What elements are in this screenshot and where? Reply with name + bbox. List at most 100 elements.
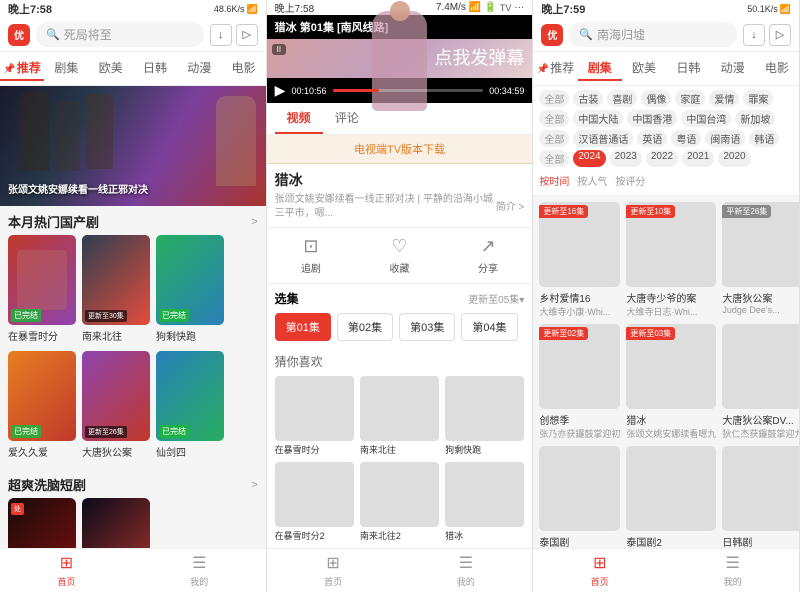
drama-card-5[interactable]: 更新至03集 猎冰 张颂文姚安娜续看嗯九 bbox=[626, 324, 716, 440]
lang-tag-5[interactable]: 韩语 bbox=[749, 130, 779, 147]
ep-btn-1[interactable]: 第01集 bbox=[275, 313, 331, 341]
rec-card-3[interactable]: 狗剩快跑 bbox=[445, 376, 524, 456]
bottom-nav-home-2[interactable]: ⊞ 首页 bbox=[267, 553, 400, 588]
bottom-nav-my-1[interactable]: ☰ 我的 bbox=[133, 553, 266, 588]
movie-card-1[interactable]: 已完结 在暴雪时分 bbox=[8, 235, 76, 343]
region-tag-2[interactable]: 中国香港 bbox=[627, 110, 677, 127]
tab-recommend-3[interactable]: 📌推荐 bbox=[533, 56, 577, 81]
lang-all-tag[interactable]: 全部 bbox=[539, 130, 569, 147]
year-tag-1[interactable]: 2024 bbox=[573, 150, 605, 167]
rec-card-4[interactable]: 在暴雪时分2 bbox=[275, 462, 354, 542]
tab-drama-3[interactable]: 剧集 bbox=[578, 56, 622, 81]
cast-btn-1[interactable]: ▷ bbox=[236, 24, 258, 46]
tab-video[interactable]: 视频 bbox=[275, 103, 323, 134]
cast-btn-3[interactable]: ▷ bbox=[769, 24, 791, 46]
status-bar-3: 晚上7:59 50.1K/s 📶 bbox=[533, 0, 799, 18]
lang-tag-1[interactable]: 汉语普通话 bbox=[573, 130, 633, 147]
movie-card-5[interactable]: 更新至26集 大唐狄公案 bbox=[82, 351, 150, 459]
action-collect[interactable]: ♡ 收藏 bbox=[389, 236, 409, 275]
tab-western-1[interactable]: 欧美 bbox=[89, 56, 133, 81]
tab-japanese-3[interactable]: 日韩 bbox=[666, 56, 710, 81]
tab-western-3[interactable]: 欧美 bbox=[622, 56, 666, 81]
lang-tag-3[interactable]: 粤语 bbox=[671, 130, 701, 147]
movie-card-3[interactable]: 已完结 狗剩快跑 bbox=[156, 235, 224, 343]
sort-popularity[interactable]: 按人气 bbox=[577, 173, 607, 188]
download-btn-3[interactable]: ↓ bbox=[743, 24, 765, 46]
drama-card-9[interactable]: 日韩剧 bbox=[722, 446, 799, 548]
ep-btn-4[interactable]: 第04集 bbox=[461, 313, 517, 341]
show-more-icon[interactable]: 简介 > bbox=[496, 198, 525, 213]
video-content[interactable]: II 点我发弹幕 bbox=[267, 39, 533, 78]
search-box-1[interactable]: 🔍 死局将至 bbox=[36, 22, 204, 47]
search-box-3[interactable]: 🔍 南海归墟 bbox=[569, 22, 737, 47]
region-tag-3[interactable]: 中国台湾 bbox=[681, 110, 731, 127]
action-share[interactable]: ↗ 分享 bbox=[478, 236, 498, 275]
drama-card-2[interactable]: 更新至10集 大唐寺少爷的案 大维寺日志·Whi... bbox=[626, 202, 716, 318]
tab-recommend-1[interactable]: 📌推荐 bbox=[0, 56, 44, 81]
year-all-tag[interactable]: 全部 bbox=[539, 150, 569, 167]
short-card-1[interactable]: 处 bbox=[8, 498, 76, 548]
play-btn[interactable]: ▶ bbox=[275, 82, 286, 99]
sub-section-more-1[interactable]: > bbox=[251, 479, 257, 491]
bottom-nav-home-1[interactable]: ⊞ 首页 bbox=[0, 553, 133, 588]
drama-card-8[interactable]: 泰国剧2 bbox=[626, 446, 716, 548]
short-drama-row: 处 bbox=[0, 498, 266, 548]
action-follow[interactable]: ⊡ 追剧 bbox=[301, 236, 321, 275]
year-tag-5[interactable]: 2020 bbox=[718, 150, 750, 167]
download-btn-1[interactable]: ↓ bbox=[210, 24, 232, 46]
rec-card-2[interactable]: 南来北往 bbox=[360, 376, 439, 456]
genre-tag-2[interactable]: 喜剧 bbox=[607, 90, 637, 107]
genre-all-tag[interactable]: 全部 bbox=[539, 90, 569, 107]
section-more-1[interactable]: > bbox=[251, 216, 257, 228]
drama-card-6[interactable]: 大唐狄公案DV... 狄仁杰获鑼鼓掌迎九 bbox=[722, 324, 799, 440]
drama-card-4[interactable]: 更新至02集 创想季 张乃亦获鑼鼓掌迎初 bbox=[539, 324, 620, 440]
tab-japanese-1[interactable]: 日韩 bbox=[133, 56, 177, 81]
danmaku-btn[interactable]: 点我发弹幕 bbox=[434, 44, 524, 70]
ep-btn-2[interactable]: 第02集 bbox=[337, 313, 393, 341]
rec-card-6[interactable]: 猎冰 bbox=[445, 462, 524, 542]
rec-card-1[interactable]: 在暴雪时分 bbox=[275, 376, 354, 456]
bottom-nav-home-3[interactable]: ⊞ 首页 bbox=[533, 553, 666, 588]
badge-2: 更新至30集 bbox=[85, 310, 127, 322]
drama-thumb-6 bbox=[722, 324, 799, 409]
update-info[interactable]: 更新至05集▾ bbox=[468, 291, 524, 306]
bottom-nav-my-2[interactable]: ☰ 我的 bbox=[400, 553, 533, 588]
drama-card-1[interactable]: 更新至16集 乡村爱情16 大维寺小康·Whi... bbox=[539, 202, 620, 318]
region-tag-1[interactable]: 中国大陆 bbox=[573, 110, 623, 127]
rec-title-2: 南来北往 bbox=[360, 443, 439, 456]
genre-tag-1[interactable]: 古装 bbox=[573, 90, 603, 107]
lang-tag-4[interactable]: 闽南语 bbox=[705, 130, 745, 147]
genre-tag-5[interactable]: 爱情 bbox=[709, 90, 739, 107]
drama-sub-1: 大维寺小康·Whi... bbox=[539, 305, 620, 318]
progress-bar[interactable] bbox=[333, 89, 484, 92]
movie-card-2[interactable]: 更新至30集 南来北往 bbox=[82, 235, 150, 343]
bottom-nav-my-3[interactable]: ☰ 我的 bbox=[666, 553, 799, 588]
hero-banner-1[interactable]: 张颂文姚安娜续看一线正邪对决 bbox=[0, 86, 266, 206]
movie-card-6[interactable]: 已完结 仙剑四 bbox=[156, 351, 224, 459]
genre-tag-3[interactable]: 偶像 bbox=[641, 90, 671, 107]
genre-tag-6[interactable]: 罪案 bbox=[743, 90, 773, 107]
year-tag-4[interactable]: 2021 bbox=[682, 150, 714, 167]
tab-comment[interactable]: 评论 bbox=[323, 103, 371, 134]
region-tag-4[interactable]: 新加坡 bbox=[735, 110, 775, 127]
tv-download-banner[interactable]: 电视端TV版本下载 bbox=[267, 135, 533, 164]
ep-btn-3[interactable]: 第03集 bbox=[399, 313, 455, 341]
tab-movie-1[interactable]: 电影 bbox=[221, 56, 265, 81]
drama-card-7[interactable]: 泰国剧 bbox=[539, 446, 620, 548]
lang-tag-2[interactable]: 英语 bbox=[637, 130, 667, 147]
short-card-2[interactable] bbox=[82, 498, 150, 548]
sort-time[interactable]: 按时间 bbox=[539, 173, 569, 188]
badge-1: 已完结 bbox=[11, 309, 41, 322]
sort-rating[interactable]: 按评分 bbox=[615, 173, 645, 188]
rec-card-5[interactable]: 南来北往2 bbox=[360, 462, 439, 542]
year-tag-3[interactable]: 2022 bbox=[646, 150, 678, 167]
tab-anime-1[interactable]: 动漫 bbox=[177, 56, 221, 81]
movie-card-4[interactable]: 已完结 爱久久爱 bbox=[8, 351, 76, 459]
drama-card-3[interactable]: 平新至26集 大唐狄公案 Judge Dee's... bbox=[722, 202, 799, 318]
region-all-tag[interactable]: 全部 bbox=[539, 110, 569, 127]
year-tag-2[interactable]: 2023 bbox=[610, 150, 642, 167]
tab-anime-3[interactable]: 动漫 bbox=[710, 56, 754, 81]
tab-movie-3[interactable]: 电影 bbox=[755, 56, 799, 81]
tab-drama-1[interactable]: 剧集 bbox=[44, 56, 88, 81]
genre-tag-4[interactable]: 家庭 bbox=[675, 90, 705, 107]
